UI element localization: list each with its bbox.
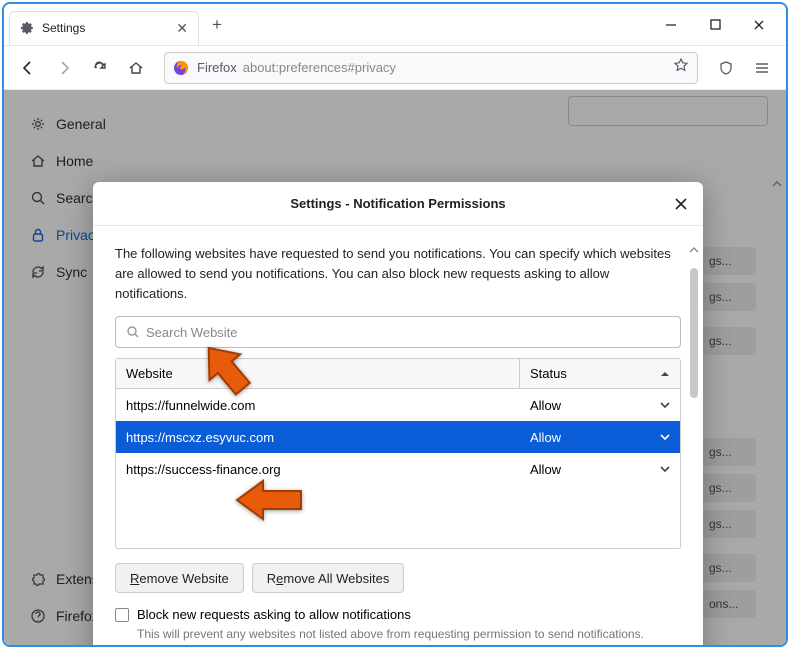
- search-icon: [126, 325, 140, 339]
- dialog-description: The following websites have requested to…: [115, 244, 681, 304]
- search-placeholder: Search Website: [146, 325, 238, 340]
- table-row-selected[interactable]: https://mscxz.esyvuc.com Allow: [116, 421, 680, 453]
- back-button[interactable]: [12, 52, 44, 84]
- url-text: about:preferences#privacy: [243, 60, 673, 75]
- table-header: Website Status: [116, 359, 680, 389]
- tab-settings[interactable]: Settings ✕: [9, 11, 199, 45]
- remove-website-button[interactable]: Remove Website: [115, 563, 244, 593]
- dialog-title: Settings - Notification Permissions: [290, 196, 505, 211]
- block-new-hint: This will prevent any websites not liste…: [137, 626, 681, 647]
- table-row[interactable]: https://success-finance.org Allow: [116, 453, 680, 485]
- block-new-checkbox-row[interactable]: Block new requests asking to allow notif…: [115, 607, 681, 622]
- scroll-up-icon[interactable]: [688, 244, 700, 256]
- notification-permissions-dialog: Settings - Notification Permissions The …: [93, 182, 703, 647]
- new-tab-button[interactable]: +: [203, 11, 231, 39]
- browser-window: Settings ✕ + Firefox about:preferences#p…: [2, 2, 788, 647]
- cell-website: https://success-finance.org: [116, 462, 520, 477]
- bookmark-star-icon[interactable]: [673, 57, 689, 78]
- chevron-down-icon: [660, 400, 670, 410]
- dialog-scrollbar[interactable]: [687, 244, 701, 544]
- window-controls: [649, 10, 786, 40]
- status-select[interactable]: Allow: [520, 398, 680, 413]
- cell-website: https://mscxz.esyvuc.com: [116, 430, 520, 445]
- column-status[interactable]: Status: [520, 359, 680, 388]
- close-button[interactable]: [737, 10, 781, 40]
- content-area: General Home Search Privacy & Security S…: [4, 90, 786, 645]
- dialog-header: Settings - Notification Permissions: [93, 182, 703, 226]
- status-select[interactable]: Allow: [520, 430, 680, 445]
- chevron-down-icon: [660, 464, 670, 474]
- minimize-button[interactable]: [649, 10, 693, 40]
- chevron-down-icon: [660, 432, 670, 442]
- dialog-close-button[interactable]: [669, 192, 693, 216]
- status-select[interactable]: Allow: [520, 462, 680, 477]
- tab-title: Settings: [42, 21, 176, 35]
- gear-icon: [20, 21, 34, 35]
- identity-label: Firefox: [197, 60, 237, 75]
- titlebar: Settings ✕ +: [4, 4, 786, 46]
- forward-button[interactable]: [48, 52, 80, 84]
- remove-buttons-row: Remove Website Remove All Websites: [115, 563, 681, 593]
- search-website-input[interactable]: Search Website: [115, 316, 681, 348]
- column-website[interactable]: Website: [116, 359, 520, 388]
- block-new-label: Block new requests asking to allow notif…: [137, 607, 411, 622]
- table-row[interactable]: https://funnelwide.com Allow: [116, 389, 680, 421]
- permissions-table: Website Status https://funnelwide.com Al…: [115, 358, 681, 549]
- scroll-thumb[interactable]: [690, 268, 698, 398]
- app-menu-button[interactable]: [746, 52, 778, 84]
- sort-asc-icon: [660, 369, 670, 379]
- shield-icon[interactable]: [710, 52, 742, 84]
- tab-close-icon[interactable]: ✕: [176, 20, 188, 37]
- remove-all-websites-button[interactable]: Remove All Websites: [252, 563, 405, 593]
- toolbar: Firefox about:preferences#privacy: [4, 46, 786, 90]
- checkbox-unchecked-icon[interactable]: [115, 608, 129, 622]
- dialog-body: The following websites have requested to…: [93, 226, 703, 647]
- maximize-button[interactable]: [693, 10, 737, 40]
- url-bar[interactable]: Firefox about:preferences#privacy: [164, 52, 698, 84]
- cell-website: https://funnelwide.com: [116, 398, 520, 413]
- reload-button[interactable]: [84, 52, 116, 84]
- firefox-icon: [173, 60, 189, 76]
- home-button[interactable]: [120, 52, 152, 84]
